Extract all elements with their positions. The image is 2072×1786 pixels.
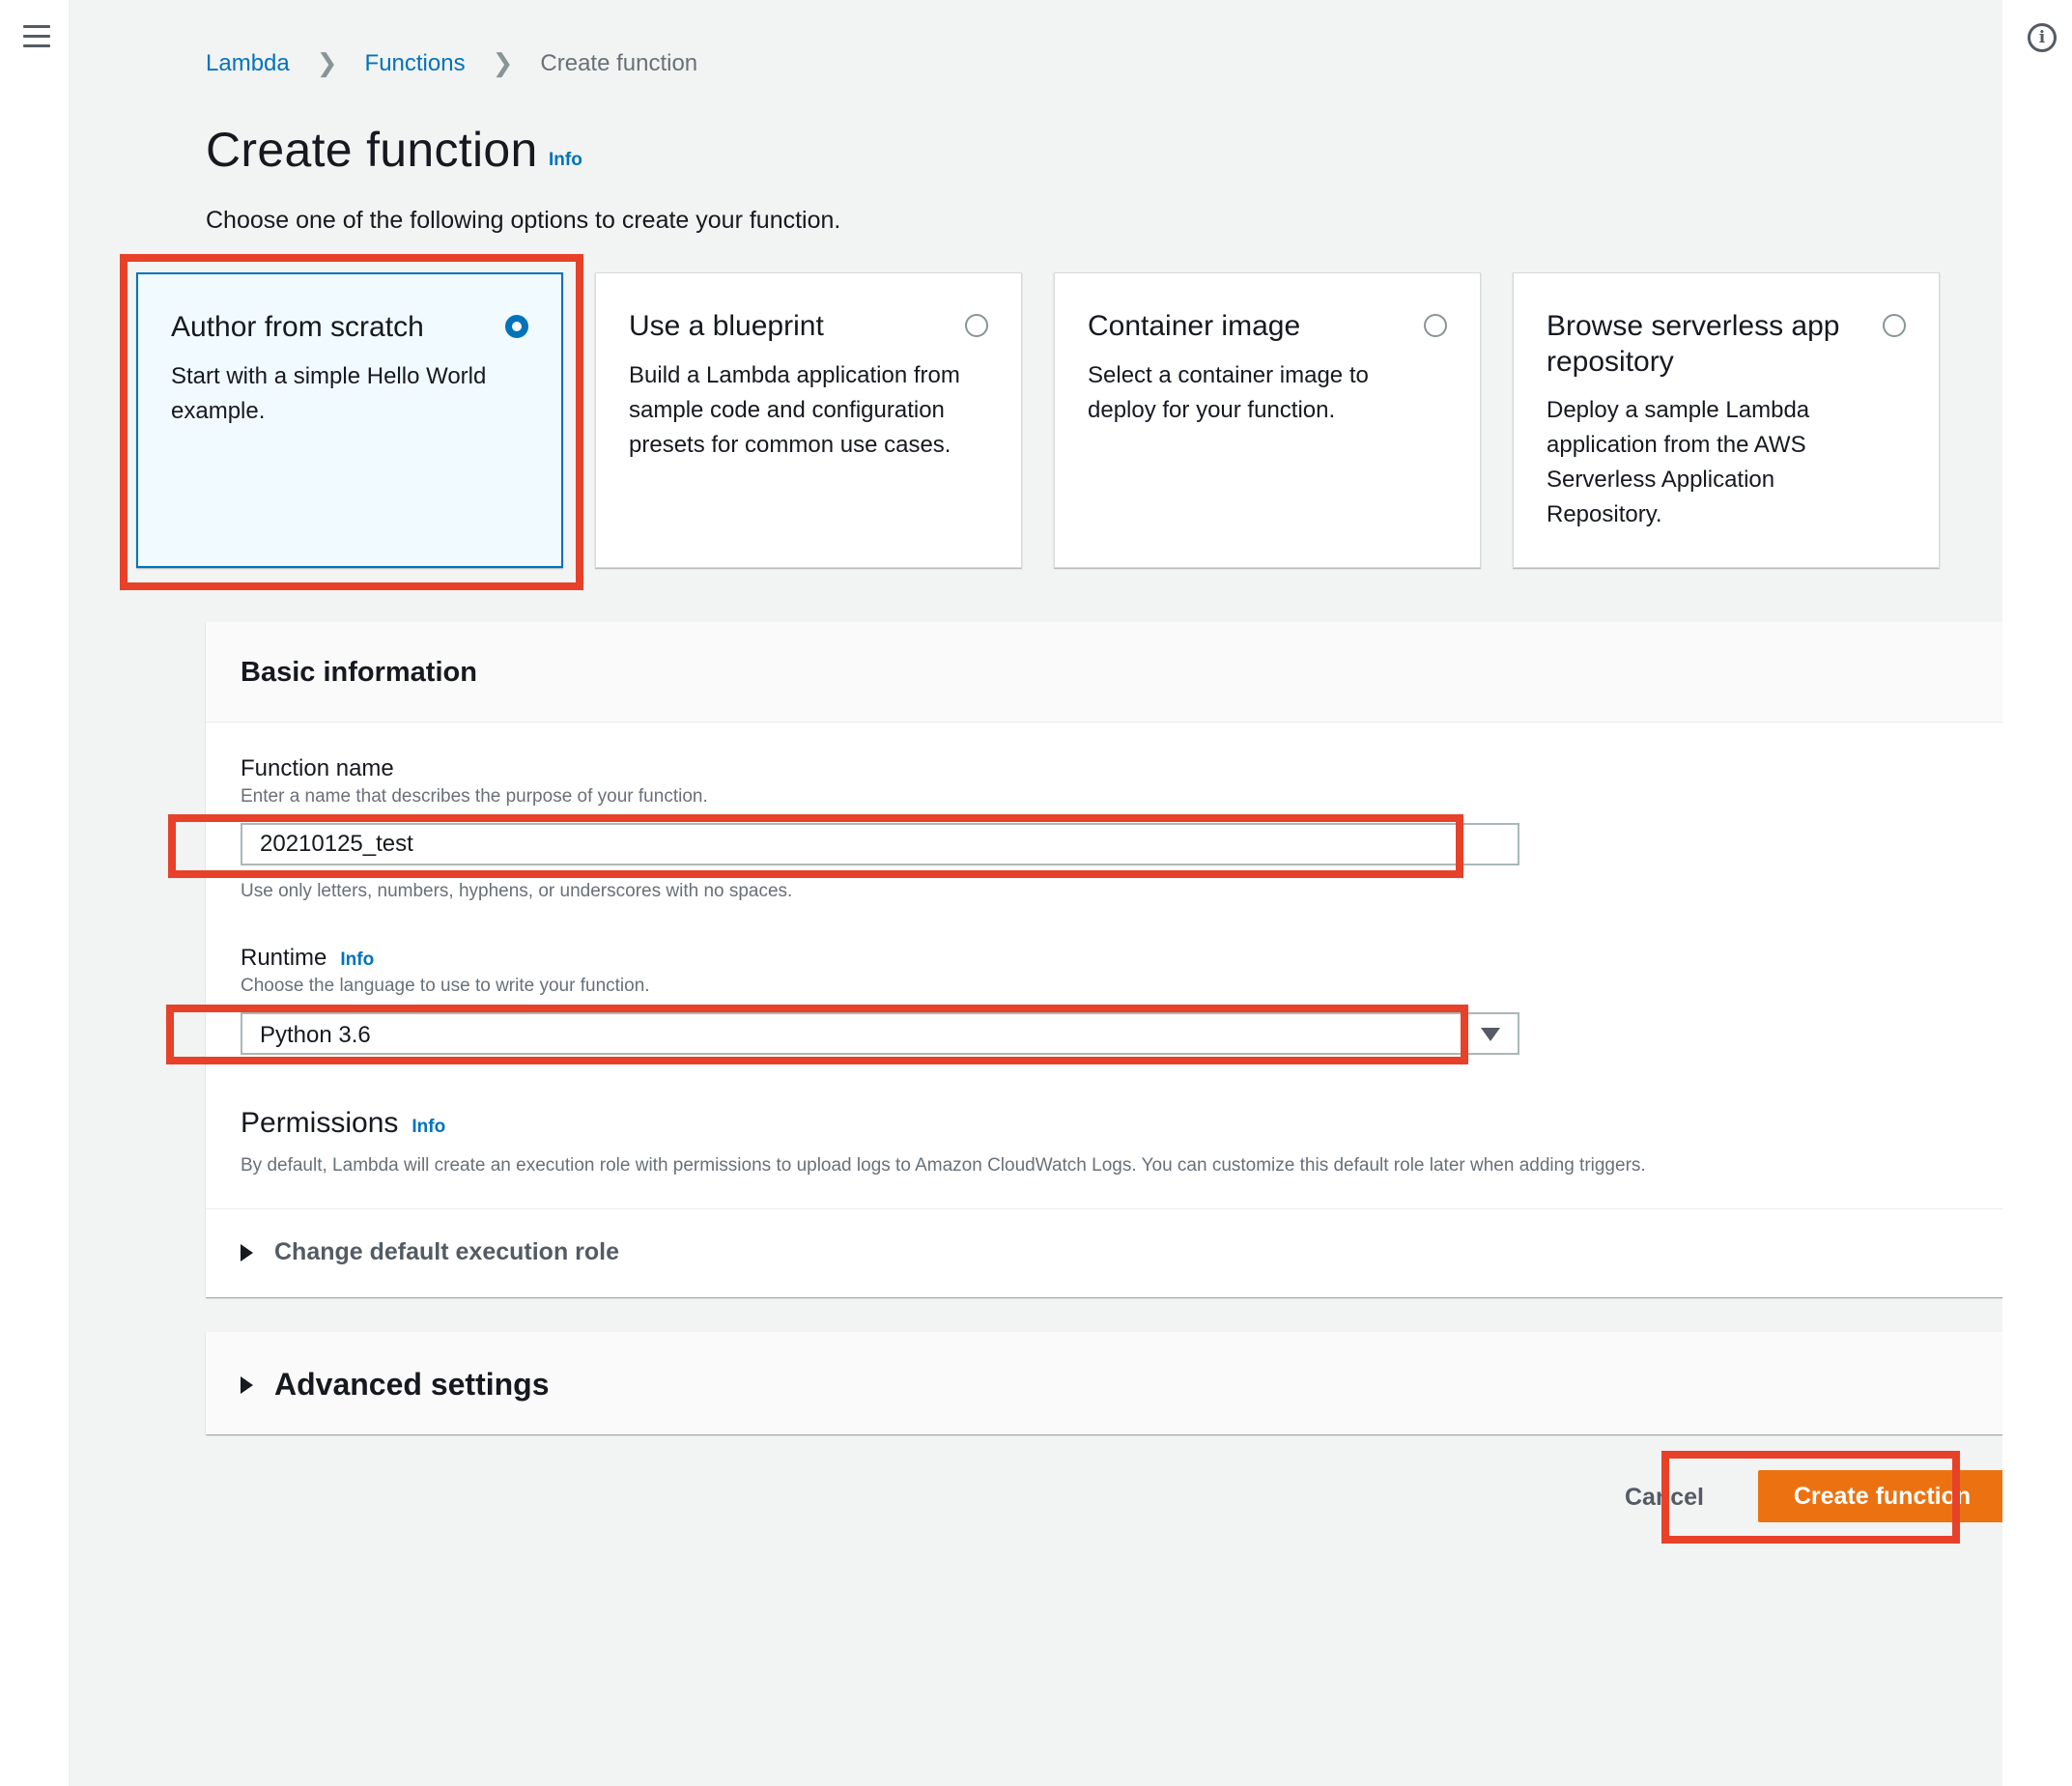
chevron-right-icon: ❯ [316,48,338,77]
cancel-button[interactable]: Cancel [1605,1478,1723,1517]
permissions-heading: Permissions [241,1107,399,1139]
breadcrumb-lambda[interactable]: Lambda [206,50,290,77]
option-description: Select a container image to deploy for y… [1088,362,1369,423]
basic-information-panel: Basic information Function name Enter a … [206,622,2008,1297]
breadcrumb-current: Create function [540,49,698,76]
option-browse-serverless-repo[interactable]: Browse serverless app repository Deploy … [1513,272,1940,568]
panel-header: Basic information [206,622,2008,723]
function-name-input[interactable] [241,823,1519,865]
radio-unselected-icon[interactable] [1883,314,1906,337]
option-title: Container image [1088,310,1301,342]
side-navigation-rail [0,0,70,1786]
main-content: Lambda ❯ Functions ❯ Create function Cre… [70,0,2008,1786]
function-name-constraint: Use only letters, numbers, hyphens, or u… [241,881,793,901]
radio-unselected-icon[interactable] [1424,314,1447,337]
option-description: Build a Lambda application from sample c… [629,362,960,458]
chevron-right-icon: ❯ [492,48,514,77]
page-intro: Choose one of the following options to c… [206,207,841,234]
runtime-info-link[interactable]: Info [340,950,374,970]
permissions-info-link[interactable]: Info [412,1117,445,1137]
breadcrumb-functions[interactable]: Functions [365,50,466,77]
panel-heading: Basic information [241,657,477,688]
caret-right-icon [241,1375,253,1394]
option-description: Deploy a sample Lambda application from … [1547,397,1810,527]
runtime-selected-value: Python 3.6 [260,1022,371,1048]
permissions-heading-row: Permissions Info [241,1107,445,1140]
expander-label: Change default execution role [274,1238,620,1265]
menu-icon[interactable] [23,25,50,48]
divider [206,1208,2008,1209]
runtime-label: Runtime [241,945,327,971]
runtime-label-row: Runtime Info [241,945,374,972]
change-execution-role-expander[interactable]: Change default execution role [241,1238,619,1266]
breadcrumb: Lambda ❯ Functions ❯ Create function [206,48,697,78]
radio-selected-icon[interactable] [505,315,528,338]
function-name-description: Enter a name that describes the purpose … [241,786,708,807]
info-icon[interactable]: i [2028,23,2057,52]
option-author-from-scratch[interactable]: Author from scratch Start with a simple … [136,272,563,568]
radio-unselected-icon[interactable] [965,314,988,337]
runtime-description: Choose the language to use to write your… [241,976,650,996]
option-title: Browse serverless app repository [1547,310,1840,378]
page-title: Create function [206,123,538,177]
create-function-button[interactable]: Create function [1758,1470,2006,1522]
tools-rail: i [2002,0,2072,1786]
advanced-settings-expander[interactable]: Advanced settings [241,1367,550,1403]
advanced-settings-panel: Advanced settings [206,1332,2008,1434]
option-title: Use a blueprint [629,310,824,342]
function-name-label: Function name [241,755,394,781]
title-info-link[interactable]: Info [549,150,582,171]
option-title: Author from scratch [171,311,424,343]
option-description: Start with a simple Hello World example. [171,363,487,424]
runtime-select[interactable]: Python 3.6 [241,1012,1519,1055]
caret-down-icon [1481,1028,1500,1041]
option-container-image[interactable]: Container image Select a container image… [1054,272,1481,568]
option-use-blueprint[interactable]: Use a blueprint Build a Lambda applicati… [595,272,1022,568]
advanced-settings-label: Advanced settings [274,1367,550,1402]
permissions-description: By default, Lambda will create an execut… [241,1155,1646,1176]
caret-right-icon [241,1243,253,1262]
